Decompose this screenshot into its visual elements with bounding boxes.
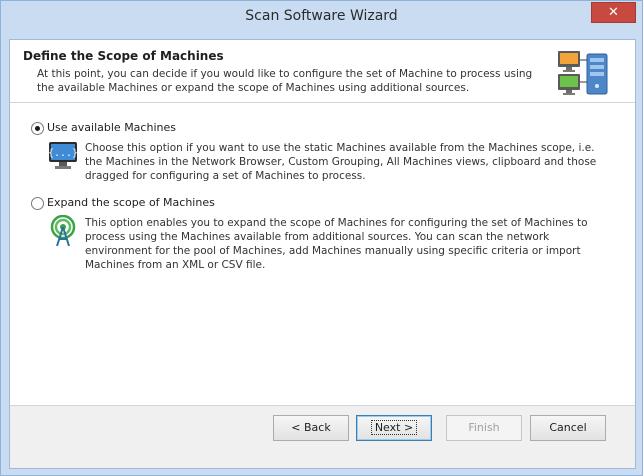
title-bar[interactable]: Scan Software Wizard ✕ xyxy=(1,1,642,31)
cancel-button[interactable]: Cancel xyxy=(530,415,606,441)
option-label-use-available[interactable]: Use available Machines xyxy=(47,121,176,134)
computers-server-icon xyxy=(558,51,608,95)
wizard-footer: < Back Next > Finish Cancel xyxy=(10,406,635,468)
wizard-window: Scan Software Wizard ✕ Define the Scope … xyxy=(0,0,643,476)
next-button[interactable]: Next > xyxy=(356,415,432,441)
option-label-expand-scope[interactable]: Expand the scope of Machines xyxy=(47,196,215,209)
radio-use-available[interactable] xyxy=(31,122,44,135)
radio-expand-scope[interactable] xyxy=(31,197,44,210)
wizard-body: Define the Scope of Machines At this poi… xyxy=(9,39,636,469)
option-desc-expand-scope: This option enables you to expand the sc… xyxy=(85,217,588,271)
page-title: Define the Scope of Machines xyxy=(23,49,224,63)
code-monitor-icon: {...} xyxy=(48,142,78,169)
svg-text:{...}: {...} xyxy=(48,148,78,159)
close-button[interactable]: ✕ xyxy=(591,2,636,23)
finish-button[interactable]: Finish xyxy=(446,415,522,441)
window-title: Scan Software Wizard xyxy=(245,8,398,24)
page-description: At this point, you can decide if you wou… xyxy=(37,68,533,94)
option-desc-use-available: Choose this option if you want to use th… xyxy=(85,142,597,182)
wizard-header: Define the Scope of Machines At this poi… xyxy=(10,40,635,103)
next-button-label: Next > xyxy=(370,420,418,435)
antenna-broadcast-icon xyxy=(50,215,76,247)
back-button[interactable]: < Back xyxy=(273,415,349,441)
